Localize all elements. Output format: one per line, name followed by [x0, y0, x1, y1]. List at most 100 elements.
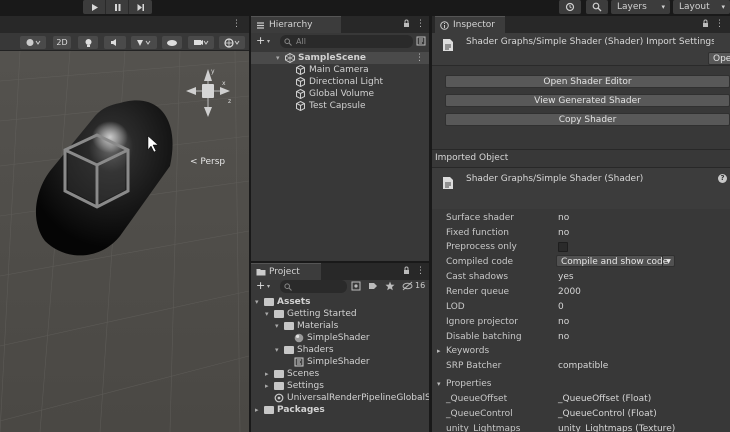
project-item-packages[interactable]: ▸ Packages: [251, 404, 429, 416]
layout-dropdown[interactable]: Layout ▾: [673, 0, 730, 14]
chevron-right-icon[interactable]: ▸: [255, 404, 259, 416]
perspective-label[interactable]: < Persp: [190, 157, 225, 167]
search-icon: [284, 283, 292, 291]
prop-key: _QueueControl: [446, 409, 513, 419]
project-item-materials[interactable]: ▾ Materials: [251, 320, 429, 332]
svg-text:x: x: [222, 80, 226, 87]
2d-toggle-button[interactable]: 2D: [53, 36, 71, 49]
lock-icon[interactable]: [702, 19, 709, 28]
lighting-toggle[interactable]: [78, 36, 98, 49]
lock-icon[interactable]: [403, 19, 410, 28]
chevron-down-icon[interactable]: ▾: [255, 296, 259, 308]
lock-icon[interactable]: [403, 266, 410, 275]
prop-value: no: [558, 317, 570, 327]
project-item-scenes[interactable]: ▸ Scenes: [251, 368, 429, 380]
pause-button[interactable]: [106, 0, 129, 14]
chevron-down-icon[interactable]: ▾: [265, 308, 269, 320]
project-item-shaders[interactable]: ▾ Shaders: [251, 344, 429, 356]
step-button[interactable]: [129, 0, 152, 14]
hierarchy-item-samplescene[interactable]: ▾ SampleScene ⋮: [251, 52, 429, 64]
audio-toggle[interactable]: [104, 36, 126, 49]
project-item-label: Materials: [297, 321, 339, 331]
preprocess-only-checkbox[interactable]: [558, 242, 568, 252]
2d-label: 2D: [56, 38, 68, 47]
hierarchy-item-global-volume[interactable]: Global Volume: [251, 88, 429, 100]
chevron-right-icon[interactable]: ▸: [437, 344, 441, 358]
more-options-icon[interactable]: ⋮: [232, 19, 241, 29]
more-options-icon[interactable]: ⋮: [415, 52, 424, 64]
keywords-foldout[interactable]: ▸ Keywords: [432, 344, 730, 358]
chevron-down-icon[interactable]: ▾: [275, 320, 279, 332]
chevron-down-icon[interactable]: ▾: [275, 344, 279, 356]
undo-history-button[interactable]: [559, 0, 581, 14]
chevron-down-icon[interactable]: ▾: [276, 52, 280, 64]
project-item-settings[interactable]: ▸ Settings: [251, 380, 429, 392]
compile-show-code-button[interactable]: Compile and show code ▼: [556, 255, 675, 267]
search-by-label-icon[interactable]: [368, 281, 378, 291]
open-button[interactable]: Open: [708, 52, 730, 65]
project-item-assets[interactable]: ▾ Assets: [251, 296, 429, 308]
search-by-type-icon[interactable]: [351, 281, 361, 291]
help-icon[interactable]: ?: [718, 174, 727, 183]
open-button-label: Open: [713, 54, 730, 64]
search-placeholder: All: [296, 37, 306, 46]
shader-prop-queue-offset: _QueueOffset _QueueOffset (Float): [432, 392, 730, 406]
search-icon: [592, 2, 602, 12]
hierarchy-item-label: SampleScene: [298, 53, 366, 63]
view-generated-shader-button[interactable]: View Generated Shader: [445, 94, 730, 107]
project-item-label: Shaders: [297, 345, 334, 355]
prop-ignore-projector: Ignore projector no: [432, 315, 730, 329]
draw-mode-button[interactable]: [20, 36, 46, 49]
svg-text:z: z: [228, 98, 231, 105]
camera-dropdown[interactable]: [188, 36, 214, 49]
project-search-input[interactable]: [280, 280, 347, 293]
project-item-getting-started[interactable]: ▾ Getting Started: [251, 308, 429, 320]
add-object-button[interactable]: +: [256, 34, 265, 47]
hierarchy-search-input[interactable]: All: [280, 35, 413, 48]
more-options-icon[interactable]: ⋮: [715, 19, 724, 29]
prop-lod: LOD 0: [432, 300, 730, 314]
prop-key: Render queue: [446, 287, 510, 297]
copy-shader-button[interactable]: Copy Shader: [445, 113, 730, 126]
hierarchy-item-main-camera[interactable]: Main Camera: [251, 64, 429, 76]
more-options-icon[interactable]: ⋮: [416, 19, 425, 29]
star-icon[interactable]: [385, 281, 395, 291]
prop-srp-batcher: SRP Batcher compatible: [432, 359, 730, 373]
prop-key: Compiled code: [446, 257, 514, 267]
play-button[interactable]: [83, 0, 106, 14]
chevron-down-icon[interactable]: ▼: [662, 256, 674, 266]
properties-foldout[interactable]: ▾ Properties: [432, 377, 730, 391]
effects-dropdown[interactable]: [131, 36, 157, 49]
shader-file-icon: [443, 177, 453, 189]
scene-toolbar: 2D: [0, 33, 249, 51]
project-item-shadergraph-simpleshader[interactable]: SimpleShader: [251, 356, 429, 368]
gizmos-dropdown[interactable]: [219, 36, 245, 49]
search-button[interactable]: [586, 0, 608, 14]
hierarchy-item-test-capsule[interactable]: Test Capsule: [251, 100, 429, 112]
filter-icon[interactable]: [416, 36, 426, 46]
more-options-icon[interactable]: ⋮: [416, 266, 425, 276]
create-asset-button[interactable]: +: [256, 279, 265, 292]
chevron-down-icon[interactable]: ▾: [267, 38, 270, 45]
chevron-right-icon[interactable]: ▸: [265, 368, 269, 380]
eye-slash-icon[interactable]: [402, 281, 413, 291]
layers-dropdown[interactable]: Layers ▾: [611, 0, 670, 14]
open-shader-editor-button[interactable]: Open Shader Editor: [445, 75, 730, 88]
project-item-label: Settings: [287, 381, 324, 391]
chevron-down-icon[interactable]: ▾: [267, 283, 270, 290]
tab-hierarchy[interactable]: Hierarchy: [251, 16, 341, 33]
tab-project[interactable]: Project: [251, 263, 321, 280]
scene-canvas[interactable]: x y z < Persp: [0, 51, 249, 432]
project-item-urp-global-settings[interactable]: UniversalRenderPipelineGlobalSet: [251, 392, 429, 404]
scene-tab-bar: ⋮: [0, 16, 249, 33]
tab-inspector[interactable]: Inspector: [435, 16, 505, 33]
hidden-objects-toggle[interactable]: [162, 36, 182, 49]
scene-view[interactable]: ⋮ 2D x y z < Persp: [0, 16, 249, 432]
hierarchy-tab-label: Hierarchy: [269, 20, 313, 30]
prop-value: compatible: [558, 361, 609, 371]
gameobject-cube-icon: [296, 65, 305, 75]
project-item-material-simpleshader[interactable]: SimpleShader: [251, 332, 429, 344]
hierarchy-item-directional-light[interactable]: Directional Light: [251, 76, 429, 88]
chevron-down-icon[interactable]: ▾: [437, 377, 441, 391]
chevron-right-icon[interactable]: ▸: [265, 380, 269, 392]
